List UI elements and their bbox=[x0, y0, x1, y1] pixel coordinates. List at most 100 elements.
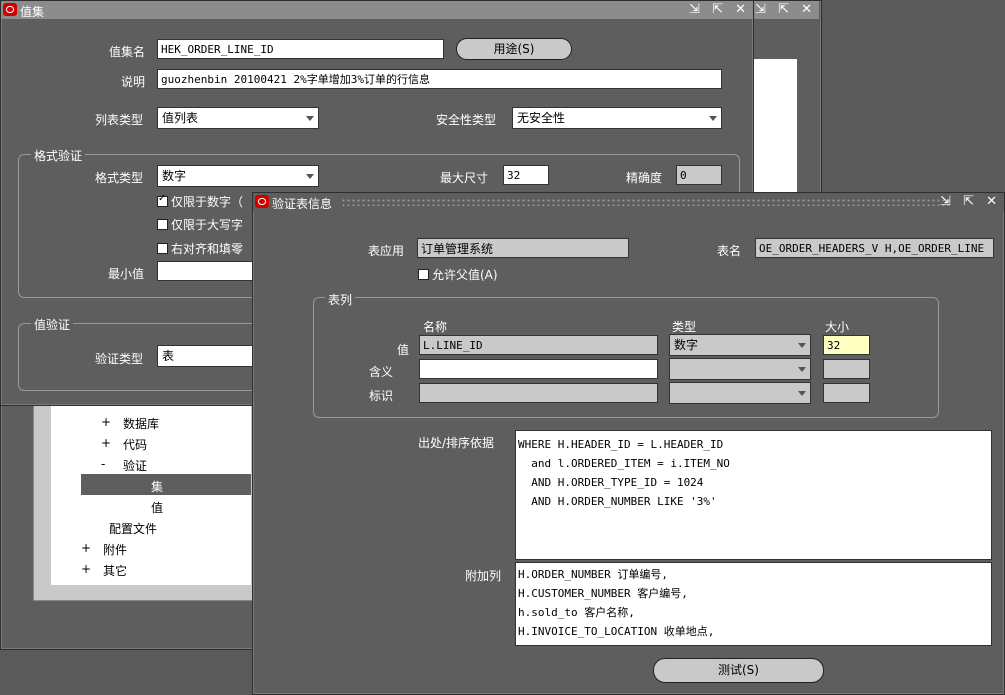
where-line: AND H.ORDER_TYPE_ID = 1024 bbox=[518, 476, 704, 489]
meaning-column-name-field[interactable] bbox=[419, 359, 658, 379]
min-value-label: 最小值 bbox=[108, 267, 145, 281]
tree-item-other[interactable]: 其它 bbox=[103, 562, 127, 579]
extra-line: H.INVOICE_TO_LOCATION 收单地点, bbox=[518, 625, 715, 638]
table-info-window: 验证表信息 ⇲ ⇱ ✕ 表应用 订单管理系统 表名 OE_ORDER_HEADE… bbox=[252, 192, 1005, 695]
min-value-field[interactable] bbox=[157, 261, 257, 281]
col-name-header: 名称 bbox=[423, 320, 448, 334]
precision-field[interactable]: 0 bbox=[676, 165, 722, 185]
value-column-name-field[interactable]: L.LINE_ID bbox=[419, 335, 658, 355]
security-type-value: 无安全性 bbox=[517, 111, 566, 125]
security-type-label: 安全性类型 bbox=[436, 113, 497, 127]
right-justify-checkbox[interactable]: 右对齐和填零 bbox=[157, 240, 243, 257]
tree-item-set[interactable]: 集 bbox=[151, 478, 163, 495]
list-type-select[interactable]: 值列表 bbox=[157, 107, 319, 129]
tree-item-attachment[interactable]: 附件 bbox=[103, 541, 127, 558]
row-value-label: 值 bbox=[397, 343, 410, 357]
format-type-label: 格式类型 bbox=[95, 171, 144, 185]
description-label: 说明 bbox=[121, 75, 146, 89]
format-type-value: 数字 bbox=[162, 169, 187, 183]
value-column-type-value: 数字 bbox=[674, 338, 699, 352]
checkbox-unchecked-icon bbox=[157, 219, 168, 230]
tree-expander-attachment[interactable]: + bbox=[81, 541, 91, 555]
tree-item-value[interactable]: 值 bbox=[151, 499, 163, 516]
id-column-size-field[interactable] bbox=[823, 383, 870, 403]
table-app-field[interactable]: 订单管理系统 bbox=[417, 238, 629, 258]
id-column-name-field[interactable] bbox=[419, 383, 658, 403]
table-info-title: 验证表信息 bbox=[272, 197, 333, 211]
uppercase-only-label: 仅限于大写字 bbox=[171, 218, 244, 232]
chevron-down-icon bbox=[306, 116, 314, 121]
meaning-column-type-select[interactable] bbox=[669, 358, 811, 380]
numbers-only-checkbox[interactable]: 仅限于数字（ bbox=[157, 193, 243, 210]
list-type-value: 值列表 bbox=[162, 111, 199, 125]
id-column-type-select[interactable] bbox=[669, 382, 811, 404]
uppercase-only-checkbox[interactable]: 仅限于大写字 bbox=[157, 216, 243, 233]
valueset-window-controls[interactable]: ⇲ ⇱ ✕ bbox=[689, 2, 750, 17]
numbers-only-label: 仅限于数字（ bbox=[171, 195, 244, 209]
table-columns-label: 表列 bbox=[325, 291, 356, 308]
max-size-field[interactable]: 32 bbox=[503, 165, 549, 185]
list-type-label: 列表类型 bbox=[95, 113, 144, 127]
usage-button[interactable]: 用途(S) bbox=[456, 38, 572, 60]
format-validation-label: 格式验证 bbox=[31, 147, 86, 164]
where-line: and l.ORDERED_ITEM = i.ITEM_NO bbox=[518, 457, 730, 470]
table-info-window-controls[interactable]: ⇲ ⇱ ✕ bbox=[940, 194, 1001, 209]
right-justify-label: 右对齐和填零 bbox=[171, 242, 244, 256]
valueset-titlebar: 值集 ⇲ ⇱ ✕ bbox=[1, 1, 753, 19]
additional-columns-textarea[interactable]: H.ORDER_NUMBER 订单编号, H.CUSTOMER_NUMBER 客… bbox=[515, 562, 992, 646]
background-window-titlebar: ⇲ ⇱ ✕ bbox=[753, 1, 819, 19]
checkbox-unchecked-icon bbox=[157, 243, 168, 254]
value-validation-label: 值验证 bbox=[31, 316, 74, 333]
valueset-name-label: 值集名 bbox=[109, 45, 146, 59]
chevron-down-icon bbox=[709, 116, 717, 121]
tree-item-code[interactable]: 代码 bbox=[123, 436, 147, 453]
tree-item-validation[interactable]: 验证 bbox=[123, 457, 147, 474]
extra-line: h.sold_to 客户名称, bbox=[518, 606, 635, 619]
validation-type-select[interactable]: 表 bbox=[157, 345, 257, 367]
where-order-label: 出处/排序依据 bbox=[418, 436, 495, 450]
allow-parent-checkbox[interactable]: 允许父值(A) bbox=[418, 266, 498, 283]
background-white-panel bbox=[753, 59, 797, 195]
validation-type-label: 验证类型 bbox=[95, 352, 144, 366]
titlebar-grip bbox=[341, 198, 951, 206]
security-type-select[interactable]: 无安全性 bbox=[512, 107, 722, 129]
chevron-down-icon bbox=[306, 174, 314, 179]
tree-item-profile[interactable]: 配置文件 bbox=[109, 520, 157, 537]
tree-item-database[interactable]: 数据库 bbox=[123, 415, 159, 432]
precision-label: 精确度 bbox=[626, 171, 663, 185]
navigator-tree: + 数据库 + 代码 - 验证 集 值 配置文件 + 附件 + 其它 bbox=[51, 397, 251, 585]
tree-item-set-selected[interactable] bbox=[81, 474, 251, 495]
format-type-select[interactable]: 数字 bbox=[157, 165, 319, 187]
value-column-type-select[interactable]: 数字 bbox=[669, 334, 811, 356]
background-window-controls[interactable]: ⇲ ⇱ ✕ bbox=[755, 2, 816, 17]
col-size-header: 大小 bbox=[825, 320, 850, 334]
table-name-label: 表名 bbox=[717, 244, 742, 258]
table-name-field[interactable]: OE_ORDER_HEADERS_V H,OE_ORDER_LINE bbox=[755, 238, 994, 258]
row-id-label: 标识 bbox=[369, 389, 394, 403]
row-meaning-label: 含义 bbox=[369, 365, 394, 379]
where-line: WHERE H.HEADER_ID = L.HEADER_ID bbox=[518, 438, 724, 451]
extra-line: H.ORDER_NUMBER 订单编号, bbox=[518, 568, 668, 581]
description-field[interactable]: guozhenbin 20100421 2%字单增加3%订单的行信息 bbox=[157, 69, 722, 89]
test-button[interactable]: 测试(S) bbox=[653, 658, 824, 683]
extra-line: H.CUSTOMER_NUMBER 客户编号, bbox=[518, 587, 688, 600]
oracle-logo-icon bbox=[3, 3, 17, 16]
validation-type-value: 表 bbox=[162, 349, 175, 363]
oracle-logo-icon bbox=[255, 195, 269, 208]
tree-expander-database[interactable]: + bbox=[101, 415, 111, 429]
value-column-size-field[interactable]: 32 bbox=[823, 335, 870, 355]
chevron-down-icon bbox=[798, 367, 806, 372]
checkbox-unchecked-icon bbox=[418, 269, 429, 280]
max-size-label: 最大尺寸 bbox=[440, 171, 489, 185]
checkbox-checked-icon bbox=[157, 193, 168, 207]
tree-expander-code[interactable]: + bbox=[101, 436, 111, 450]
meaning-column-size-field[interactable] bbox=[823, 359, 870, 379]
tree-expander-validation[interactable]: - bbox=[101, 457, 105, 471]
table-info-titlebar: 验证表信息 ⇲ ⇱ ✕ bbox=[253, 193, 1004, 212]
tree-expander-other[interactable]: + bbox=[81, 562, 91, 576]
where-clause-textarea[interactable]: WHERE H.HEADER_ID = L.HEADER_ID and l.OR… bbox=[515, 430, 992, 560]
where-line: AND H.ORDER_NUMBER LIKE '3%' bbox=[518, 495, 717, 508]
chevron-down-icon bbox=[798, 343, 806, 348]
additional-columns-label: 附加列 bbox=[465, 569, 502, 583]
valueset-name-field[interactable]: HEK_ORDER_LINE_ID bbox=[157, 39, 444, 59]
